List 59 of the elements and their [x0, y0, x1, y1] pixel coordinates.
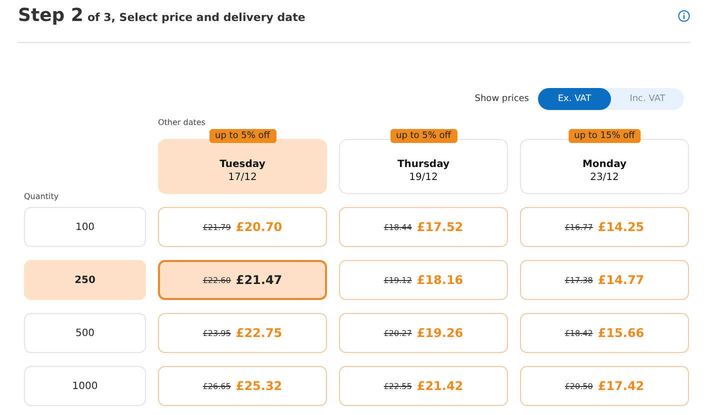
quantity-option[interactable]: 500 — [24, 313, 146, 353]
old-price: £21.79 — [202, 222, 231, 232]
quantity-option[interactable]: 250 — [24, 260, 146, 300]
old-price: £18.44 — [384, 222, 412, 232]
date-text: 17/12 — [228, 172, 257, 182]
new-price: £17.42 — [598, 379, 644, 393]
new-price: £21.42 — [416, 379, 464, 393]
price-option[interactable]: £18.44 £17.52 — [339, 207, 508, 247]
step-title: Step 2 — [18, 5, 84, 26]
discount-badge: up to 5% off — [208, 129, 276, 143]
quantity-label: Quantity — [24, 192, 59, 201]
price-option[interactable]: £18.42 £15.66 — [520, 313, 689, 353]
new-price: £14.77 — [598, 273, 644, 287]
old-price: £20.50 — [564, 382, 593, 390]
price-option[interactable]: £20.50 £17.42 — [520, 366, 689, 406]
old-price: £18.42 — [564, 328, 593, 338]
day-name: Monday — [582, 158, 627, 170]
date-option[interactable]: Monday 23/12 — [520, 139, 689, 194]
date-option[interactable]: Tuesday 17/12 — [158, 139, 327, 194]
price-option[interactable]: £22.55 £21.42 — [339, 366, 508, 406]
old-price: £17.38 — [564, 276, 593, 284]
old-price: £22.55 — [384, 382, 412, 390]
day-name: Tuesday — [220, 158, 266, 170]
other-dates-label: Other dates — [158, 118, 206, 127]
date-text: 19/12 — [409, 172, 438, 182]
quantity-option[interactable]: 1000 — [24, 366, 146, 406]
discount-badge: up to 5% off — [390, 129, 458, 143]
new-price: £18.16 — [416, 273, 464, 287]
info-icon[interactable] — [678, 10, 690, 22]
new-price: £21.47 — [236, 273, 282, 287]
quantity-option[interactable]: 100 — [24, 207, 146, 247]
new-price: £19.26 — [416, 326, 464, 340]
old-price: £19.12 — [384, 276, 412, 284]
price-option[interactable]: £19.12 £18.16 — [339, 260, 508, 300]
old-price: £22.60 — [202, 276, 231, 284]
show-prices-label: Show prices — [474, 94, 529, 104]
new-price: £14.25 — [598, 220, 644, 234]
new-price: £25.32 — [236, 379, 282, 393]
discount-badge: up to 15% off — [568, 129, 641, 143]
price-option[interactable]: £16.77 £14.25 — [520, 207, 689, 247]
vat-option[interactable]: Ex. VAT — [538, 88, 611, 110]
price-option[interactable]: £26.65 £25.32 — [158, 366, 327, 406]
price-option[interactable]: £17.38 £14.77 — [520, 260, 689, 300]
date-option[interactable]: Thursday 19/12 — [339, 139, 508, 194]
price-option[interactable]: £20.27 £19.26 — [339, 313, 508, 353]
date-text: 23/12 — [590, 172, 619, 182]
new-price: £17.52 — [416, 220, 464, 234]
new-price: £15.66 — [598, 326, 644, 340]
old-price: £23.95 — [202, 328, 231, 338]
new-price: £20.70 — [236, 220, 282, 234]
old-price: £20.27 — [384, 328, 412, 338]
old-price: £16.77 — [564, 222, 593, 232]
old-price: £26.65 — [202, 382, 231, 390]
new-price: £22.75 — [236, 326, 282, 340]
day-name: Thursday — [397, 158, 450, 170]
price-option[interactable]: £22.60 £21.47 — [158, 260, 327, 300]
price-option[interactable]: £23.95 £22.75 — [158, 313, 327, 353]
price-option[interactable]: £21.79 £20.70 — [158, 207, 327, 247]
step-subtitle: of 3, Select price and delivery date — [87, 11, 306, 24]
